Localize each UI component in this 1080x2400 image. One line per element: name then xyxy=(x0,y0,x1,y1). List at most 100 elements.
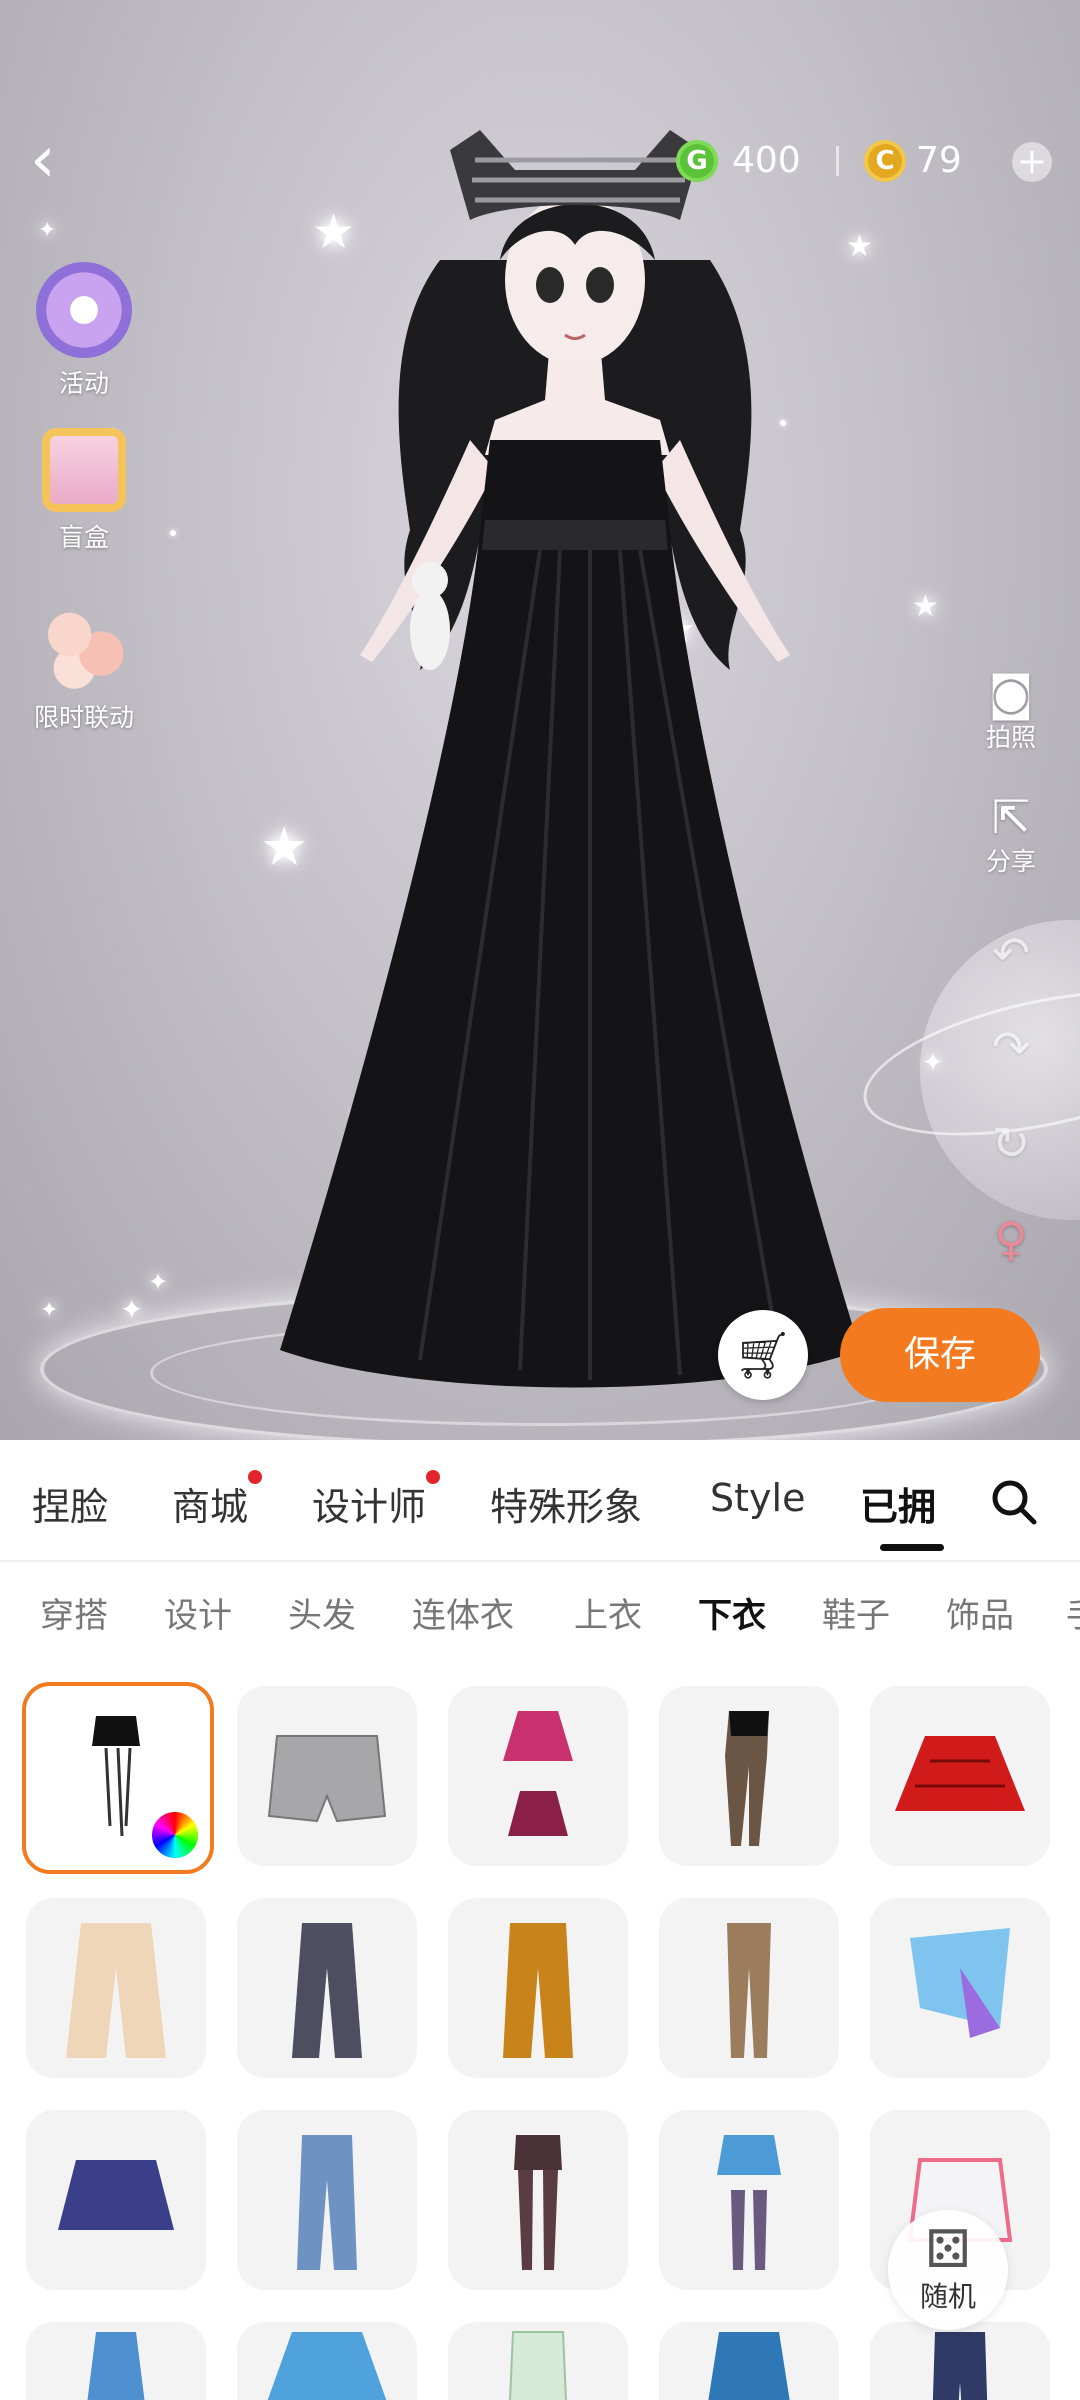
item-thumbnail xyxy=(725,1711,769,1846)
sparkle-star-icon: ✦ xyxy=(120,1293,144,1326)
reset-icon: ↻ xyxy=(991,1116,1031,1170)
item-card[interactable] xyxy=(659,2322,839,2400)
reset-button[interactable]: ↻ xyxy=(966,1118,1056,1168)
gold-coin-amount: 79 xyxy=(916,140,962,181)
item-card[interactable] xyxy=(26,1898,206,2078)
item-thumbnail xyxy=(292,1923,362,2058)
item-thumbnail xyxy=(717,2135,781,2270)
item-card[interactable] xyxy=(448,2322,628,2400)
blind-box-button[interactable]: 盲盒 xyxy=(24,428,144,554)
item-thumbnail xyxy=(910,1928,1010,2038)
avatar-character[interactable] xyxy=(260,110,880,1400)
item-card[interactable] xyxy=(448,2110,628,2290)
item-card[interactable] xyxy=(448,1898,628,2078)
tab-label: 已拥 xyxy=(860,1485,937,1529)
gold-coin-icon: C xyxy=(864,140,906,182)
sparkle-star-icon: ✦ xyxy=(922,1048,944,1078)
subtab-outfit[interactable]: 穿搭 xyxy=(40,1588,108,1637)
tab-designer[interactable]: 设计师 xyxy=(312,1470,441,1531)
gender-switch-icon: ♀ xyxy=(994,1212,1028,1266)
activity-button[interactable]: 活动 xyxy=(24,262,144,400)
item-thumbnail xyxy=(503,1923,573,2058)
item-thumbnail xyxy=(267,1735,387,1823)
item-card[interactable] xyxy=(237,2110,417,2290)
item-thumbnail xyxy=(895,1736,1025,1811)
photo-button[interactable]: ◙ 拍照 xyxy=(966,668,1056,754)
item-card[interactable] xyxy=(870,1686,1050,1866)
item-thumbnail xyxy=(58,2160,174,2230)
tab-label: 商城 xyxy=(172,1485,249,1529)
sparkle-star-icon: ★ xyxy=(912,589,939,624)
undo-icon: ↶ xyxy=(991,926,1031,980)
tab-label: Style xyxy=(710,1476,806,1520)
random-button[interactable]: ⚄ 随机 xyxy=(888,2210,1008,2330)
flower-icon xyxy=(36,596,132,692)
search-icon[interactable] xyxy=(986,1474,1042,1530)
gift-box-icon xyxy=(42,428,126,512)
notification-dot xyxy=(426,1470,441,1484)
subtab-shoes[interactable]: 鞋子 xyxy=(822,1588,890,1637)
green-coin-amount: 400 xyxy=(732,140,801,181)
item-thumbnail xyxy=(66,1923,166,2058)
sparkle-star-icon: ✦ xyxy=(38,218,57,243)
item-thumbnail xyxy=(932,2332,988,2400)
tab-label: 设计师 xyxy=(312,1485,427,1529)
undo-button[interactable]: ↶ xyxy=(966,928,1056,978)
activity-label: 活动 xyxy=(58,369,109,398)
share-label: 分享 xyxy=(985,847,1036,876)
tab-label: 捏脸 xyxy=(32,1485,109,1529)
item-card[interactable] xyxy=(237,2322,417,2400)
item-thumbnail xyxy=(708,2332,790,2400)
share-icon: ⇱ xyxy=(991,790,1031,844)
item-card[interactable] xyxy=(22,1682,214,1874)
avatar-stage[interactable]: ★ ★ ★ ★ ★ ★ ✦ ✦ ✦ ✦ ✦ xyxy=(0,0,1080,1440)
color-palette-icon[interactable] xyxy=(150,1810,200,1860)
photo-label: 拍照 xyxy=(985,723,1036,752)
tab-face[interactable]: 捏脸 xyxy=(32,1476,108,1531)
subtab-accessories[interactable]: 饰品 xyxy=(946,1588,1014,1637)
gender-switch-button[interactable]: ♀ xyxy=(966,1214,1056,1264)
item-card[interactable] xyxy=(26,2110,206,2290)
item-thumbnail xyxy=(267,2332,387,2400)
subtab-hand[interactable]: 手 xyxy=(1066,1588,1080,1637)
tab-shop[interactable]: 商城 xyxy=(172,1470,263,1531)
item-card[interactable] xyxy=(659,1898,839,2078)
share-button[interactable]: ⇱ 分享 xyxy=(966,792,1056,878)
item-thumbnail xyxy=(503,1711,573,1836)
item-card[interactable] xyxy=(659,1686,839,1866)
item-card[interactable] xyxy=(237,1686,417,1866)
tab-style[interactable]: Style xyxy=(710,1476,805,1520)
cart-icon: 🛒︎ xyxy=(733,1328,793,1382)
currency-separator xyxy=(836,146,839,176)
save-button[interactable]: 保存 xyxy=(840,1308,1040,1402)
limited-collab-button[interactable]: 限时联动 xyxy=(24,596,144,734)
item-thumbnail xyxy=(514,2135,562,2270)
item-thumbnail xyxy=(727,1923,771,2058)
item-card[interactable] xyxy=(26,2322,206,2400)
item-card[interactable] xyxy=(448,1686,628,1866)
random-label: 随机 xyxy=(919,2280,976,2313)
item-card[interactable] xyxy=(870,2322,1050,2400)
item-thumbnail xyxy=(509,2331,567,2400)
back-button[interactable]: ‹ xyxy=(30,128,90,198)
subtab-bottom[interactable]: 下衣 xyxy=(698,1588,766,1637)
camera-icon: ◙ xyxy=(988,666,1034,720)
sparkle-star-icon: ✦ xyxy=(40,1298,59,1323)
star-badge-icon xyxy=(36,262,132,358)
cart-button[interactable]: 🛒︎ xyxy=(718,1310,808,1400)
item-card[interactable] xyxy=(659,2110,839,2290)
subtab-top[interactable]: 上衣 xyxy=(574,1588,642,1637)
tab-special-look[interactable]: 特殊形象 xyxy=(490,1476,642,1531)
currency-bar: G 400 C 79 + xyxy=(676,140,1080,186)
subtab-design[interactable]: 设计 xyxy=(164,1588,232,1637)
subtab-hair[interactable]: 头发 xyxy=(288,1588,356,1637)
tab-label: 特殊形象 xyxy=(490,1485,643,1529)
add-currency-button[interactable]: + xyxy=(1012,142,1052,182)
redo-button[interactable]: ↷ xyxy=(966,1022,1056,1072)
subtab-jumpsuit[interactable]: 连体衣 xyxy=(412,1588,514,1637)
item-thumbnail xyxy=(87,2332,145,2400)
tab-owned[interactable]: 已拥 xyxy=(860,1476,936,1531)
item-card[interactable] xyxy=(870,1898,1050,2078)
item-card[interactable] xyxy=(237,1898,417,2078)
category-tabs: 捏脸 商城 设计师 特殊形象 Style 已拥 xyxy=(0,1440,1080,1560)
